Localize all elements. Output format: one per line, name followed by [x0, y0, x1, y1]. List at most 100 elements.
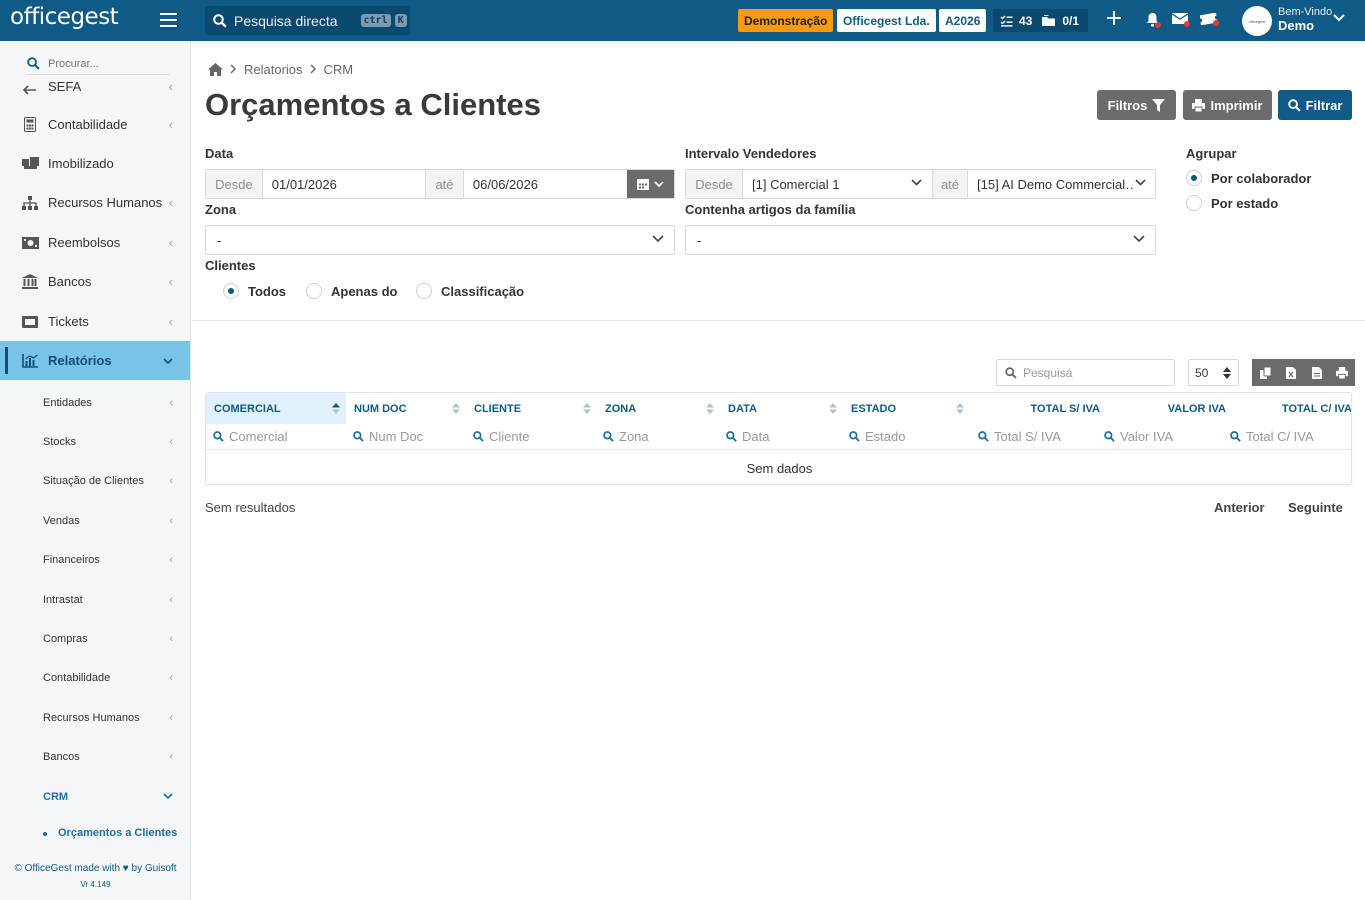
date-to-input[interactable]: 06/06/2026: [464, 170, 627, 198]
clients-classification-radio[interactable]: Classificação: [416, 283, 524, 299]
group-by-status-radio[interactable]: Por estado: [1186, 195, 1278, 211]
user-menu[interactable]: Bem-Vindo Demo: [1278, 7, 1332, 33]
filter-submit-button[interactable]: Filtrar: [1278, 90, 1352, 120]
excel-file-icon: [1286, 366, 1296, 379]
seller-to-select[interactable]: [15] AI Demo Commercial…: [968, 170, 1155, 198]
group-by-collaborator-radio[interactable]: Por colaborador: [1186, 170, 1311, 186]
app-logo[interactable]: officegest: [10, 4, 119, 30]
sidebar-search[interactable]: [27, 53, 169, 75]
copy-button[interactable]: [1252, 359, 1278, 386]
filter-valor-iva[interactable]: Valor IVA: [1104, 424, 1173, 449]
clients-only-radio[interactable]: Apenas do: [306, 283, 397, 299]
filter-data[interactable]: Data: [726, 424, 769, 449]
company-badge[interactable]: Officegest Lda.: [837, 9, 936, 32]
column-header-label: ZONA: [605, 402, 637, 415]
calendar-dropdown-button[interactable]: [627, 170, 674, 198]
radio-label: Todos: [248, 283, 287, 299]
seller-from-select[interactable]: [1] Comercial 1: [743, 170, 933, 198]
sidebar-item-bancos[interactable]: Bancos ‹: [0, 262, 190, 301]
chevron-down-icon[interactable]: [1333, 14, 1345, 22]
filter-num-doc[interactable]: Num Doc: [353, 424, 423, 449]
filter-zona[interactable]: Zona: [603, 424, 649, 449]
column-header-zona[interactable]: ZONA: [597, 393, 720, 424]
page-size-select[interactable]: 50: [1188, 359, 1239, 386]
sidebar-item-relatorios[interactable]: Relatórios: [0, 341, 190, 380]
column-header-total-s-iva[interactable]: TOTAL S/ IVA: [970, 393, 1100, 424]
sidebar-item-imobilizado[interactable]: Imobilizado: [0, 144, 190, 183]
sidebar-subitem-compras[interactable]: Compras ‹: [0, 619, 190, 658]
menu-toggle-icon[interactable]: [160, 13, 177, 27]
sidebar-subitem-entidades[interactable]: Entidades ‹: [0, 383, 190, 422]
search-icon: [1230, 431, 1241, 442]
clients-label: Clientes: [205, 258, 256, 273]
column-header-total-c-iva[interactable]: TOTAL C/ IVA: [1226, 393, 1351, 424]
column-header-data[interactable]: DATA: [720, 393, 843, 424]
sidebar-item-label: SEFA: [48, 79, 82, 94]
sidebar-subitem-financeiros[interactable]: Financeiros ‹: [0, 540, 190, 579]
sidebar-subitem-situacao-clientes[interactable]: Situação de Clientes ‹: [0, 461, 190, 500]
table-search-input[interactable]: Pesquisa: [996, 359, 1175, 386]
table-search-placeholder: Pesquisa: [1023, 365, 1073, 380]
ticket-icon[interactable]: [1199, 12, 1219, 30]
family-select[interactable]: -: [685, 225, 1156, 255]
sidebar-subitem-contabilidade[interactable]: Contabilidade ‹: [0, 658, 190, 697]
pagination-prev[interactable]: Anterior: [1214, 500, 1265, 515]
avatar[interactable]: officegest: [1242, 6, 1272, 36]
zone-select[interactable]: -: [205, 225, 675, 255]
sidebar-subitem-vendas[interactable]: Vendas ‹: [0, 501, 190, 540]
chevron-left-icon: ‹: [168, 195, 173, 210]
add-icon[interactable]: [1107, 11, 1121, 30]
column-header-comercial[interactable]: COMERCIAL: [206, 393, 346, 424]
column-header-cliente[interactable]: CLIENTE: [466, 393, 597, 424]
filter-estado[interactable]: Estado: [849, 424, 905, 449]
sort-icon: [583, 403, 591, 414]
filter-placeholder: Cliente: [489, 429, 530, 444]
filters-button[interactable]: Filtros: [1097, 90, 1176, 120]
sidebar-subitem-recursos-humanos[interactable]: Recursos Humanos ‹: [0, 698, 190, 737]
radio-label: Apenas do: [331, 283, 398, 299]
global-search[interactable]: Pesquisa directa ctrl K: [205, 6, 410, 35]
sidebar-subitem-stocks[interactable]: Stocks ‹: [0, 422, 190, 461]
sidebar-subitem-intrastat[interactable]: Intrastat ‹: [0, 580, 190, 619]
year-badge[interactable]: A2026: [939, 9, 987, 32]
mail-icon[interactable]: [1171, 12, 1190, 30]
chart-icon: [21, 352, 39, 370]
sidebar-search-input[interactable]: [48, 57, 168, 70]
breadcrumb-crm[interactable]: CRM: [324, 62, 354, 77]
clients-all-radio[interactable]: Todos: [223, 283, 286, 299]
filter-total-c-iva[interactable]: Total C/ IVA: [1230, 424, 1314, 449]
filter-cliente[interactable]: Cliente: [473, 424, 529, 449]
sidebar-item-label: Imobilizado: [48, 156, 114, 171]
filter-total-s-iva[interactable]: Total S/ IVA: [978, 424, 1061, 449]
sidebar-subitem-label: Bancos: [43, 750, 80, 763]
table-print-button[interactable]: [1329, 359, 1355, 386]
date-from-input[interactable]: 01/01/2026: [263, 170, 427, 198]
radio-selected-icon: [223, 283, 239, 299]
counters-badge[interactable]: 43 0/1: [993, 9, 1088, 32]
sidebar-subitem-bancos[interactable]: Bancos ‹: [0, 737, 190, 776]
export-excel-button[interactable]: [1278, 359, 1304, 386]
sidebar-item-contabilidade[interactable]: Contabilidade ‹: [0, 105, 190, 144]
bullet-icon: [43, 832, 47, 836]
boxes-icon: [21, 155, 39, 173]
column-header-estado[interactable]: ESTADO: [843, 393, 970, 424]
filter-comercial[interactable]: Comercial: [213, 424, 288, 449]
export-csv-button[interactable]: [1304, 359, 1330, 386]
sidebar-item-recursos-humanos[interactable]: Recursos Humanos ‹: [0, 183, 190, 222]
sidebar-footer: © OfficeGest made with ♥ by Guisoft Vr 4…: [0, 863, 190, 889]
column-header-num-doc[interactable]: NUM DOC: [346, 393, 466, 424]
sidebar-subitem-crm[interactable]: CRM: [0, 777, 190, 816]
bell-icon[interactable]: [1145, 12, 1161, 32]
demo-badge[interactable]: Demonstração: [738, 9, 834, 32]
page-title: Orçamentos a Clientes: [205, 87, 541, 122]
sidebar-item-tickets[interactable]: Tickets ‹: [0, 302, 190, 341]
column-header-valor-iva[interactable]: VALOR IVA: [1100, 393, 1226, 424]
breadcrumb-relatorios[interactable]: Relatorios: [244, 62, 303, 77]
print-button[interactable]: Imprimir: [1183, 90, 1272, 120]
sidebar-subitem-label: Financeiros: [43, 553, 100, 566]
sidebar-item-reembolsos[interactable]: Reembolsos ‹: [0, 223, 190, 262]
pagination-next[interactable]: Seguinte: [1288, 500, 1343, 515]
home-icon[interactable]: [208, 63, 223, 76]
column-header-label: COMERCIAL: [214, 402, 281, 415]
chevron-left-icon: ‹: [168, 117, 173, 132]
